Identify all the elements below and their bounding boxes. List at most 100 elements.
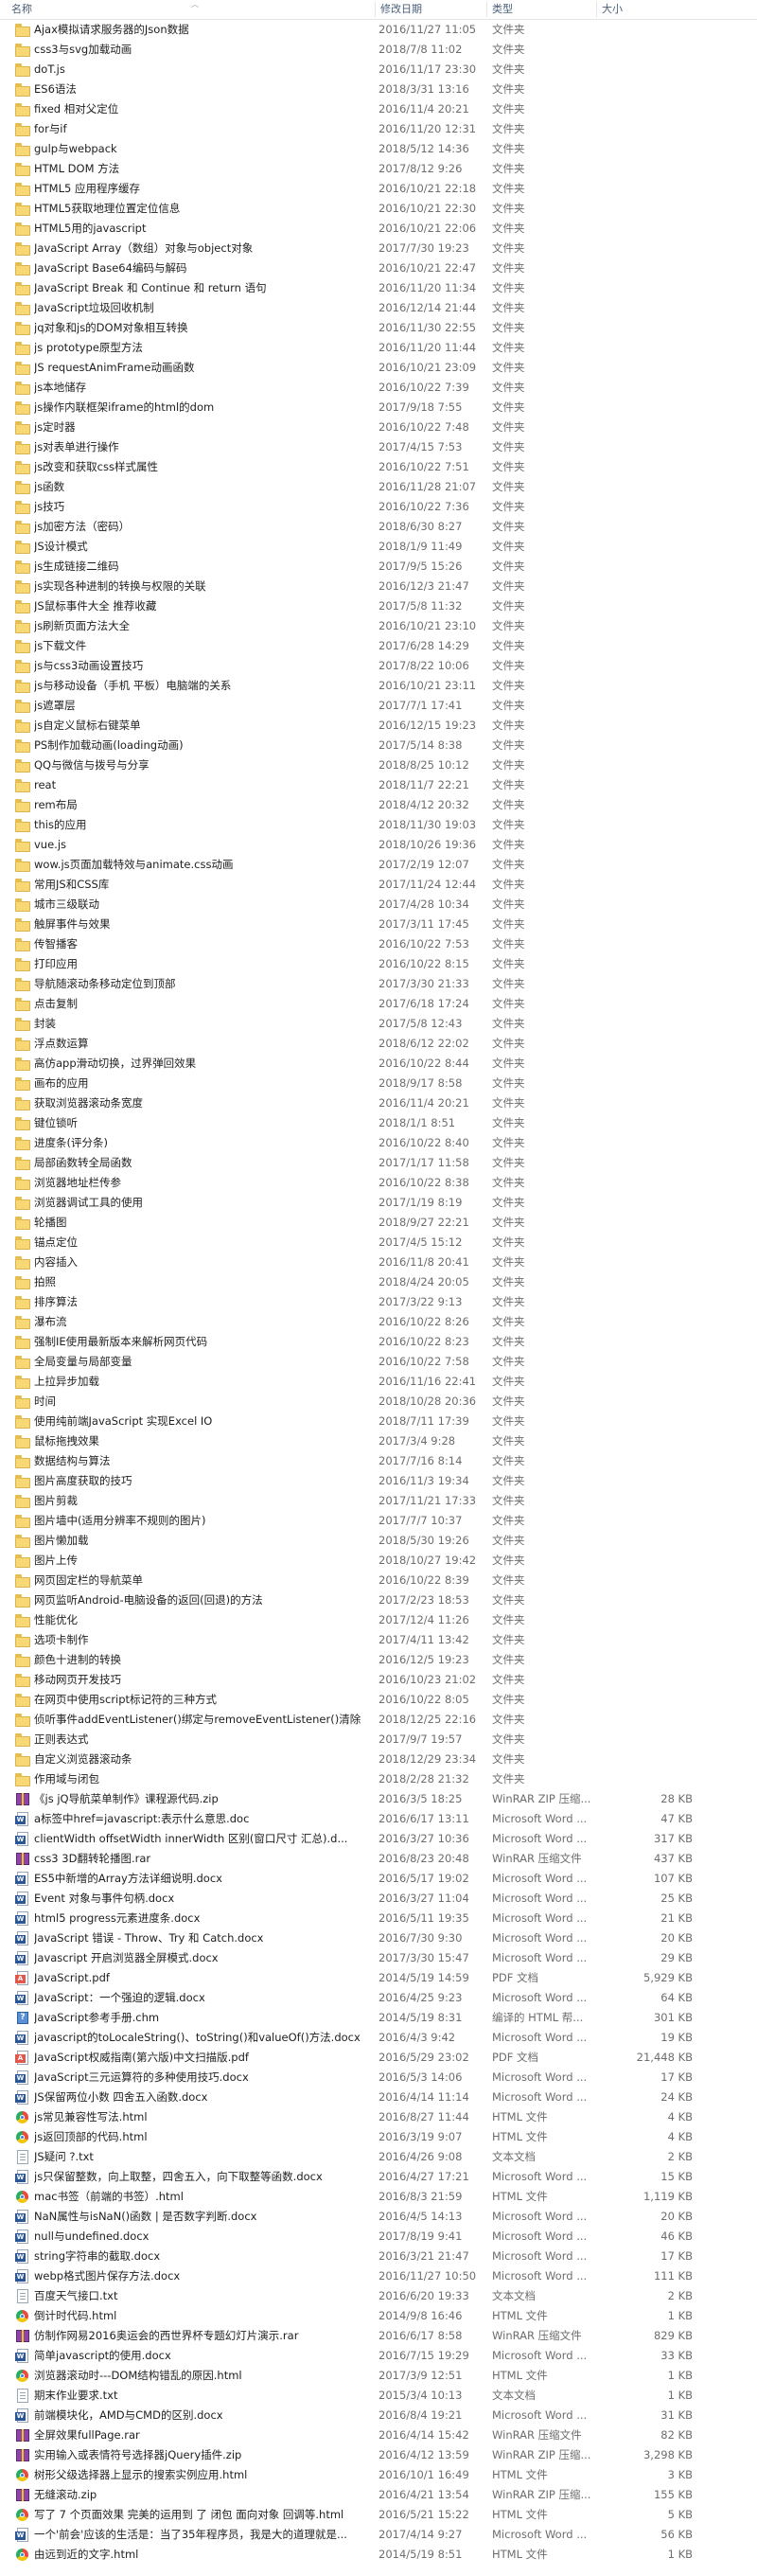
file-row[interactable]: js对表单进行操作 2017/4/15 7:53 文件夹 xyxy=(0,437,757,457)
file-row[interactable]: 性能优化 2017/12/4 11:26 文件夹 xyxy=(0,1610,757,1630)
file-row[interactable]: jq对象和js的DOM对象相互转换 2016/11/30 22:55 文件夹 xyxy=(0,318,757,338)
column-header-size[interactable]: 大小 xyxy=(602,0,693,19)
file-row[interactable]: 由远到近的文字.html 2014/5/19 8:51 HTML 文件 1 KB xyxy=(0,2545,757,2565)
file-row[interactable]: wow.js页面加载特效与animate.css动画 2017/2/19 12:0… xyxy=(0,855,757,875)
file-row[interactable]: for与if 2016/11/20 12:31 文件夹 xyxy=(0,119,757,139)
file-row[interactable]: 强制IE使用最新版本来解析网页代码 2016/10/22 8:23 文件夹 xyxy=(0,1332,757,1352)
file-row[interactable]: W Event 对象与事件句柄.docx 2016/3/27 11:04 Micros… xyxy=(0,1889,757,1909)
file-row[interactable]: 浮点数运算 2018/6/12 22:02 文件夹 xyxy=(0,1034,757,1054)
file-row[interactable]: js改变和获取css样式属性 2016/10/22 7:51 文件夹 xyxy=(0,457,757,477)
file-row[interactable]: css3与svg加载动画 2018/7/8 11:02 文件夹 xyxy=(0,40,757,60)
column-header-type[interactable]: 类型 xyxy=(492,0,587,19)
file-row[interactable]: W NaN属性与isNaN()函数 | 是否数字判断.docx 2016/4/5 1… xyxy=(0,2207,757,2227)
file-row[interactable]: 封装 2017/5/8 12:43 文件夹 xyxy=(0,1014,757,1034)
file-row[interactable]: 图片懒加载 2018/5/30 19:26 文件夹 xyxy=(0,1531,757,1551)
file-row[interactable]: gulp与webpack 2018/5/12 14:36 文件夹 xyxy=(0,139,757,159)
file-row[interactable]: W JavaScript三元运算符的多种使用技巧.docx 2016/5/3 14:… xyxy=(0,2068,757,2087)
file-row[interactable]: 进度条(评分条) 2016/10/22 8:40 文件夹 xyxy=(0,1133,757,1153)
file-row[interactable]: QQ与微信与拨号与分享 2018/8/25 10:12 文件夹 xyxy=(0,755,757,775)
file-row[interactable]: ES6语法 2018/3/31 13:16 文件夹 xyxy=(0,80,757,99)
file-row[interactable]: 局部函数转全局函数 2017/1/17 11:58 文件夹 xyxy=(0,1153,757,1173)
file-row[interactable]: 全屏效果fullPage.rar 2016/4/14 15:42 WinRAR 压缩… xyxy=(0,2425,757,2445)
file-row[interactable]: HTML5获取地理位置定位信息 2016/10/21 22:30 文件夹 xyxy=(0,199,757,219)
file-row[interactable]: 画布的应用 2018/9/17 8:58 文件夹 xyxy=(0,1074,757,1093)
file-row[interactable]: 传智播客 2016/10/22 7:53 文件夹 xyxy=(0,934,757,954)
file-row[interactable]: 写了 7 个页面效果 完美的运用到 了 闭包 面向对象 回调等.html 2016… xyxy=(0,2505,757,2525)
file-row[interactable]: fixed 相对父定位 2016/11/4 20:21 文件夹 xyxy=(0,99,757,119)
file-row[interactable]: 打印应用 2016/10/22 8:15 文件夹 xyxy=(0,954,757,974)
file-row[interactable]: 浏览器调试工具的使用 2017/1/19 8:19 文件夹 xyxy=(0,1193,757,1213)
file-row[interactable]: js定时器 2016/10/22 7:48 文件夹 xyxy=(0,417,757,437)
file-row[interactable]: js生成链接二维码 2017/9/5 15:26 文件夹 xyxy=(0,557,757,577)
file-row[interactable]: W Javascript 开启浏览器全屏模式.docx 2017/3/30 15:4… xyxy=(0,1948,757,1968)
file-row[interactable]: 实用输入或表情符号选择器jQuery插件.zip 2016/4/12 13:59 W… xyxy=(0,2445,757,2465)
file-row[interactable]: 上拉异步加载 2016/11/16 22:41 文件夹 xyxy=(0,1372,757,1392)
file-row[interactable]: 使用纯前端JavaScript 实现Excel IO 2018/7/11 17:3… xyxy=(0,1412,757,1431)
file-row[interactable]: Wjs只保留整数，向上取整，四舍五入，向下取整等函数.docx 2016/4/27… xyxy=(0,2167,757,2187)
column-divider[interactable] xyxy=(375,2,376,17)
file-row[interactable]: 全局变量与局部变量 2016/10/22 7:58 文件夹 xyxy=(0,1352,757,1372)
file-row[interactable]: Wnull与undefined.docx 2017/8/19 9:41 Micros… xyxy=(0,2227,757,2247)
file-row[interactable]: 触屏事件与效果 2017/3/11 17:45 文件夹 xyxy=(0,915,757,934)
file-row[interactable]: 仿制作网易2016奥运会的西世界杯专题幻灯片演示.rar 2016/6/17 8:… xyxy=(0,2326,757,2346)
file-row[interactable]: 键位锁听 2018/1/1 8:51 文件夹 xyxy=(0,1113,757,1133)
file-row[interactable]: 鼠标拖拽效果 2017/3/4 9:28 文件夹 xyxy=(0,1431,757,1451)
file-row[interactable]: 百度天气接口.txt 2016/6/20 19:33 文本文档 2 KB xyxy=(0,2286,757,2306)
file-row[interactable]: W JavaScript 错误 - Throw、Try 和 Catch.docx 2… xyxy=(0,1928,757,1948)
file-row[interactable]: W 前端模块化，AMD与CMD的区别.docx 2016/8/4 19:21 Micr… xyxy=(0,2406,757,2425)
file-row[interactable]: js自定义鼠标右键菜单 2016/12/15 19:23 文件夹 xyxy=(0,716,757,736)
file-row[interactable]: 轮播图 2018/9/27 22:21 文件夹 xyxy=(0,1213,757,1233)
file-row[interactable]: reat 2018/11/7 22:21 文件夹 xyxy=(0,775,757,795)
file-row[interactable]: js prototype原型方法 2016/11/20 11:44 文件夹 xyxy=(0,338,757,358)
file-row[interactable]: js函数 2016/11/28 21:07 文件夹 xyxy=(0,477,757,497)
column-header-name[interactable]: 名称 xyxy=(11,0,371,19)
file-row[interactable]: vue.js 2018/10/26 19:36 文件夹 xyxy=(0,835,757,855)
file-row[interactable]: js本地储存 2016/10/22 7:39 文件夹 xyxy=(0,378,757,398)
file-row[interactable]: 获取浏览器滚动条宽度 2016/11/4 20:21 文件夹 xyxy=(0,1093,757,1113)
file-row[interactable]: 颜色十进制的转换 2016/12/5 19:23 文件夹 xyxy=(0,1650,757,1670)
file-row[interactable]: 时间 2018/10/28 20:36 文件夹 xyxy=(0,1392,757,1412)
file-row[interactable]: W 一个'前会'应该的生活是：当了35年程序员，我是大的道理就是... 2017/4… xyxy=(0,2525,757,2545)
file-row[interactable]: Wjavascript的toLocaleString()、toString()和… xyxy=(0,2028,757,2048)
file-row[interactable]: ? JavaScript参考手册.chm 2014/5/19 8:31 编译的 HTM… xyxy=(0,2008,757,2028)
file-row[interactable]: 浏览器地址栏传参 2016/10/22 8:38 文件夹 xyxy=(0,1173,757,1193)
file-row[interactable]: JS设计模式 2018/1/9 11:49 文件夹 xyxy=(0,537,757,557)
file-row[interactable]: css3 3D翻转轮播图.rar 2016/8/23 20:48 WinRAR 压缩… xyxy=(0,1849,757,1869)
file-row[interactable]: js刷新页面方法大全 2016/10/21 23:10 文件夹 xyxy=(0,616,757,636)
file-row[interactable]: Wstring字符串的截取.docx 2016/3/21 21:47 Microso… xyxy=(0,2247,757,2266)
file-row[interactable]: PS制作加载动画(loading动画) 2017/5/14 8:38 文件夹 xyxy=(0,736,757,755)
file-row[interactable]: A JavaScript权威指南(第六版)中文扫描版.pdf 2016/5/29 2… xyxy=(0,2048,757,2068)
file-row[interactable]: Ajax模拟请求服务器的Json数据 2016/11/27 11:05 文件夹 xyxy=(0,20,757,40)
file-row[interactable]: 图片墙中(适用分辨率不规则的图片) 2017/7/7 10:37 文件夹 xyxy=(0,1511,757,1531)
file-row[interactable]: js操作内联框架iframe的html的dom 2017/9/18 7:55 文件夹 xyxy=(0,398,757,417)
file-row[interactable]: 《js jQ导航菜单制作》课程源代码.zip 2016/3/5 18:25 WinR… xyxy=(0,1789,757,1809)
file-row[interactable]: 瀑布流 2016/10/22 8:26 文件夹 xyxy=(0,1312,757,1332)
file-row[interactable]: 自定义浏览器滚动条 2018/12/29 23:34 文件夹 xyxy=(0,1750,757,1769)
file-row[interactable]: JS鼠标事件大全 推荐收藏 2017/5/8 11:32 文件夹 xyxy=(0,596,757,616)
file-row[interactable]: doT.js 2016/11/17 23:30 文件夹 xyxy=(0,60,757,80)
file-row[interactable]: 锚点定位 2017/4/5 15:12 文件夹 xyxy=(0,1233,757,1252)
file-row[interactable]: JS requestAnimFrame动画函数 2016/10/21 23:09 文… xyxy=(0,358,757,378)
file-row[interactable]: 移动网页开发技巧 2016/10/23 21:02 文件夹 xyxy=(0,1670,757,1690)
file-row[interactable]: js遮罩层 2017/7/1 17:41 文件夹 xyxy=(0,696,757,716)
file-row[interactable]: 排序算法 2017/3/22 9:13 文件夹 xyxy=(0,1292,757,1312)
file-row[interactable]: Wwebp格式图片保存方法.docx 2016/11/27 10:50 Micros… xyxy=(0,2266,757,2286)
file-row[interactable]: 拍照 2018/4/24 20:05 文件夹 xyxy=(0,1272,757,1292)
file-row[interactable]: 选项卡制作 2017/4/11 13:42 文件夹 xyxy=(0,1630,757,1650)
file-row[interactable]: rem布局 2018/4/12 20:32 文件夹 xyxy=(0,795,757,815)
file-row[interactable]: W JS保留两位小数 四舍五入函数.docx 2016/4/14 11:14 Micr… xyxy=(0,2087,757,2107)
file-row[interactable]: 内容插入 2016/11/8 20:41 文件夹 xyxy=(0,1252,757,1272)
file-row[interactable]: Wa标签中href=javascript:表示什么意思.doc 2016/6/17… xyxy=(0,1809,757,1829)
file-row[interactable]: 网页监听Android-电脑设备的返回(回退)的方法 2017/2/23 18:5… xyxy=(0,1590,757,1610)
file-row[interactable]: W 简单javascript的使用.docx 2016/7/15 19:29 Micr… xyxy=(0,2346,757,2366)
file-row[interactable]: Whtml5 progress元素进度条.docx 2016/5/11 19:35… xyxy=(0,1909,757,1928)
file-row[interactable]: 正则表达式 2017/9/7 19:57 文件夹 xyxy=(0,1730,757,1750)
file-row[interactable]: 导航随滚动条移动定位到顶部 2017/3/30 21:33 文件夹 xyxy=(0,974,757,994)
file-row[interactable]: HTML5 应用程序缓存 2016/10/21 22:18 文件夹 xyxy=(0,179,757,199)
file-row[interactable]: 倒计时代码.html 2014/9/8 16:46 HTML 文件 1 KB xyxy=(0,2306,757,2326)
file-row[interactable]: js返回顶部的代码.html 2016/3/19 9:07 HTML 文件 4 KB xyxy=(0,2127,757,2147)
file-row[interactable]: 期末作业要求.txt 2015/3/4 10:13 文本文档 1 KB xyxy=(0,2386,757,2406)
file-row[interactable]: 常用JS和CSS库 2017/11/24 12:44 文件夹 xyxy=(0,875,757,895)
file-row[interactable]: 在网页中使用script标记符的三种方式 2016/10/22 8:05 文件夹 xyxy=(0,1690,757,1710)
file-row[interactable]: js实现各种进制的转换与权限的关联 2016/12/3 21:47 文件夹 xyxy=(0,577,757,596)
